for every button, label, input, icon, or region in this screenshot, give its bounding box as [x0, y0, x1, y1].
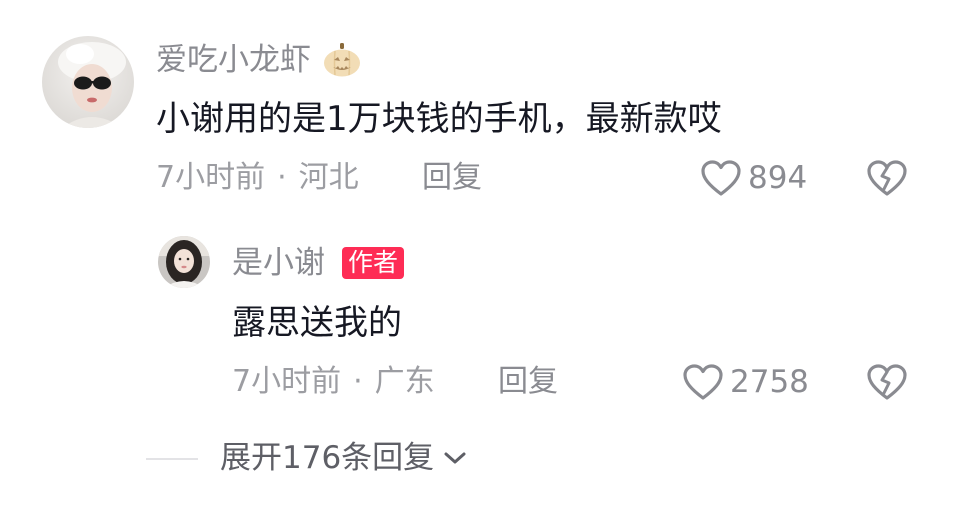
reply-like-count: 2758 — [730, 364, 809, 400]
author-badge: 作者 — [342, 247, 405, 279]
expand-replies-label: 展开176条回复 — [220, 440, 435, 476]
reply-location: 广东 — [374, 364, 435, 399]
reply-reply-button[interactable]: 回复 — [498, 362, 558, 402]
chevron-down-icon — [442, 449, 468, 467]
comment-dislike-button[interactable] — [866, 158, 908, 198]
comment-location: 河北 — [298, 160, 359, 195]
comment-reply-button[interactable]: 回复 — [422, 158, 482, 198]
commenter-avatar-image — [42, 36, 134, 128]
comment-time: 7小时前 — [156, 160, 266, 195]
commenter-avatar[interactable] — [42, 36, 134, 128]
reply-time: 7小时前 — [232, 364, 342, 399]
reply-avatar[interactable] — [158, 236, 210, 288]
expand-divider — [146, 458, 198, 460]
commenter-username-text: 爱吃小龙虾 — [156, 42, 311, 78]
reply-dislike-button[interactable] — [866, 362, 908, 402]
comment-like-count: 894 — [748, 160, 808, 196]
reply-text: 露思送我的 — [232, 303, 402, 343]
reply-like-button[interactable]: 2758 — [682, 360, 809, 404]
expand-replies-button[interactable]: 展开176条回复 — [220, 438, 468, 478]
reply-username[interactable]: 是小谢 — [232, 243, 325, 283]
heart-icon — [682, 363, 724, 401]
reply-meta: 7小时前 · 广东 — [232, 362, 435, 402]
meta-separator: · — [277, 160, 287, 195]
comment-meta: 7小时前 · 河北 — [156, 158, 359, 198]
comment-like-button[interactable]: 894 — [700, 156, 807, 200]
comment-text: 小谢用的是1万块钱的手机，最新款哎 — [156, 99, 722, 139]
reply-avatar-image — [158, 236, 210, 288]
meta-separator: · — [353, 364, 363, 399]
pumpkin-emoji-icon — [322, 42, 362, 78]
commenter-username[interactable]: 爱吃小龙虾 — [156, 40, 311, 80]
heart-icon — [700, 159, 742, 197]
broken-heart-icon — [867, 160, 907, 196]
broken-heart-icon — [867, 364, 907, 400]
